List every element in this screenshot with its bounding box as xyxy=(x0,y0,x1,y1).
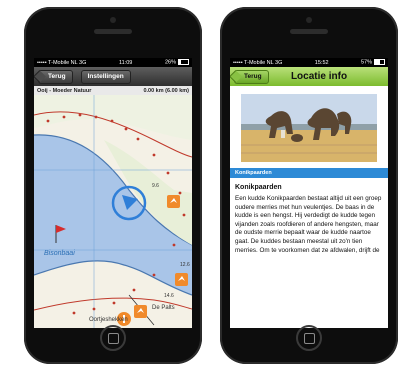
home-button[interactable] xyxy=(100,325,126,351)
battery-percent: 57% xyxy=(360,59,372,66)
article: Konikpaarden Een kudde Konikpaarden best… xyxy=(230,178,388,255)
town-label-2: De Palts xyxy=(152,305,175,311)
route-info-bar: Ooij - Moeder Natuur 0.00 km (6.00 km) xyxy=(34,86,192,95)
topographic-map[interactable]: Bisonbaai Oortjeshekken De Palts 9.6 12.… xyxy=(34,95,192,328)
settings-button[interactable]: Instellingen xyxy=(80,69,131,84)
earpiece xyxy=(94,29,132,34)
back-button[interactable]: Terug xyxy=(38,69,73,84)
spot-height: 14.6 xyxy=(164,293,174,299)
network-label: 3G xyxy=(79,59,87,66)
horses-photo xyxy=(241,94,377,162)
front-camera xyxy=(306,17,312,23)
left-screen: ••••• T-Mobile NL 3G 11:09 26% Terug Ins… xyxy=(34,58,192,328)
clock: 15:52 xyxy=(314,59,329,66)
carrier-label: ••••• T-Mobile NL xyxy=(37,59,78,66)
section-header: Konikpaarden xyxy=(230,168,388,178)
earpiece xyxy=(290,29,328,34)
route-name: Ooij - Moeder Natuur xyxy=(37,87,92,94)
article-heading: Konikpaarden xyxy=(235,184,282,191)
battery-icon xyxy=(373,59,385,66)
route-distance: 0.00 km (6.00 km) xyxy=(143,87,189,94)
status-bar: ••••• T-Mobile NL 3G 11:09 26% xyxy=(34,58,192,67)
left-phone: ••••• T-Mobile NL 3G 11:09 26% Terug Ins… xyxy=(24,7,202,364)
water-label: Bisonbaai xyxy=(44,250,75,257)
home-button[interactable] xyxy=(296,325,322,351)
spot-height: 9.6 xyxy=(152,183,159,189)
carrier-label: ••••• T-Mobile NL xyxy=(233,59,274,66)
nav-bar: Terug Locatie info xyxy=(230,67,388,86)
battery-percent: 26% xyxy=(164,59,176,66)
right-phone: ••••• T-Mobile NL 3G 15:52 57% Terug Loc… xyxy=(220,7,398,364)
front-camera xyxy=(110,17,116,23)
right-screen: ••••• T-Mobile NL 3G 15:52 57% Terug Loc… xyxy=(230,58,388,328)
battery-icon xyxy=(177,59,189,66)
bird-marker-icon xyxy=(175,273,188,286)
article-body: Een kudde Konikpaarden bestaat altijd ui… xyxy=(235,195,382,254)
nav-bar: Terug Instellingen xyxy=(34,67,192,86)
back-button[interactable]: Terug xyxy=(234,69,269,84)
network-label: 3G xyxy=(275,59,283,66)
clock: 11:09 xyxy=(119,59,133,66)
bird-marker-icon xyxy=(167,195,180,208)
spot-height: 12.6 xyxy=(180,262,190,268)
bird-marker-icon xyxy=(134,305,147,318)
status-bar: ••••• T-Mobile NL 3G 15:52 57% xyxy=(230,58,388,67)
town-label: Oortjeshekken xyxy=(89,317,128,323)
